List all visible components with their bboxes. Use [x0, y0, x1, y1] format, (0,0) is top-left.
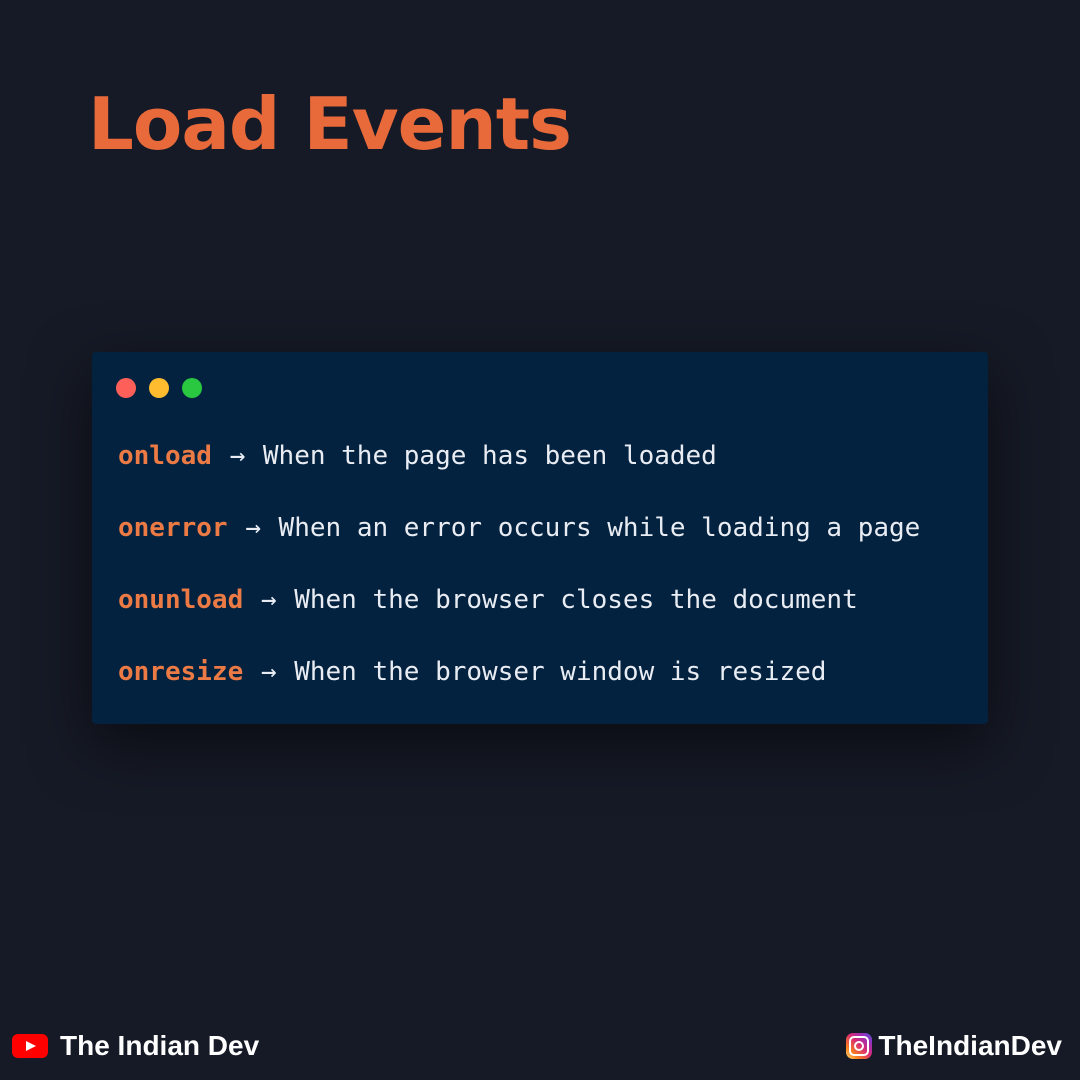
code-window: onload → When the page has been loaded o… [92, 352, 988, 724]
close-dot-icon [116, 378, 136, 398]
arrow-icon: → [245, 513, 261, 543]
minimize-dot-icon [149, 378, 169, 398]
window-controls [116, 378, 202, 398]
event-keyword: onerror [118, 513, 228, 543]
arrow-icon: → [229, 441, 246, 471]
arrow-icon: → [260, 585, 277, 615]
youtube-channel-link[interactable]: The Indian Dev [12, 1030, 259, 1062]
youtube-channel-label: The Indian Dev [60, 1030, 260, 1061]
instagram-handle-link[interactable]: TheIndianDev [846, 1030, 1062, 1062]
event-keyword: onresize [118, 657, 244, 687]
event-keyword: onunload [118, 585, 244, 615]
event-description: When the browser closes the document [294, 585, 858, 615]
event-description: When the page has been loaded [262, 441, 717, 471]
event-keyword: onload [118, 441, 212, 471]
code-lines: onload → When the page has been loaded o… [118, 434, 920, 722]
code-line-onunload: onunload → When the browser closes the d… [118, 578, 920, 650]
maximize-dot-icon [182, 378, 202, 398]
page-title: Load Events [88, 82, 572, 166]
youtube-icon [12, 1034, 48, 1058]
code-line-onresize: onresize → When the browser window is re… [118, 650, 920, 722]
instagram-handle-label: TheIndianDev [878, 1030, 1062, 1061]
arrow-icon: → [260, 657, 277, 687]
event-description: When the browser window is resized [294, 657, 827, 687]
event-description: When an error occurs while loading a pag… [278, 513, 921, 543]
code-line-onload: onload → When the page has been loaded [118, 434, 920, 506]
instagram-icon [846, 1033, 873, 1059]
code-line-onerror: onerror → When an error occurs while loa… [118, 506, 920, 578]
